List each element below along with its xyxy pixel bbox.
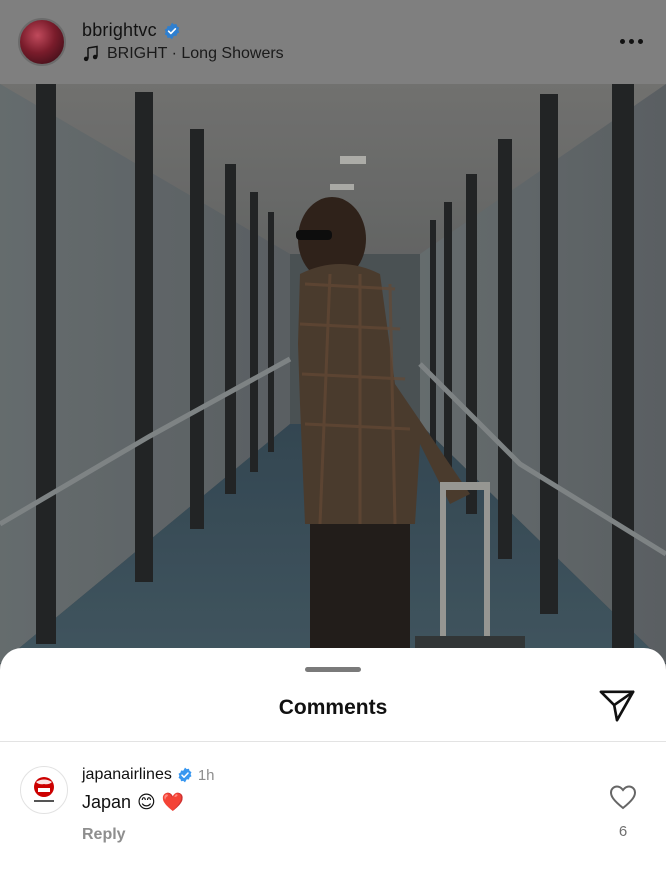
post-author-avatar[interactable] — [18, 18, 66, 66]
comment-body: Japan 😊 ❤️ — [82, 792, 184, 813]
music-note-icon — [83, 45, 98, 62]
more-options-icon[interactable] — [616, 30, 646, 52]
jal-logo-icon — [34, 777, 54, 802]
comment-header: japanairlines 1h — [82, 766, 215, 784]
post-author-row[interactable]: bbrightvc — [82, 20, 181, 41]
paper-plane-icon[interactable] — [598, 688, 636, 724]
smile-emoji: 😊 — [137, 792, 156, 812]
comment-text: Japan — [82, 792, 132, 812]
jet-bridge-photo — [0, 84, 666, 664]
verified-badge-icon — [178, 767, 192, 783]
post-audio-label: BRIGHT · Long Showers — [107, 45, 284, 62]
sheet-divider — [0, 741, 666, 742]
sheet-drag-handle[interactable] — [305, 667, 361, 672]
reply-button[interactable]: Reply — [82, 826, 126, 844]
heart-emoji: ❤️ — [161, 792, 185, 812]
comments-title: Comments — [278, 696, 388, 719]
post-author-username[interactable]: bbrightvc — [82, 20, 157, 41]
post-audio[interactable]: BRIGHT · Long Showers — [82, 45, 284, 63]
commenter-avatar[interactable] — [20, 766, 68, 814]
like-count: 6 — [618, 823, 628, 840]
commenter-username[interactable]: japanairlines — [82, 766, 172, 784]
heart-icon[interactable] — [609, 784, 637, 810]
verified-badge-icon — [164, 22, 180, 39]
comments-sheet: Comments japanairlines 1h Japan 😊 ❤️ Rep… — [0, 648, 666, 884]
post-photo[interactable] — [0, 84, 666, 664]
post-header: bbrightvc BRIGHT · Long Showers — [0, 0, 666, 84]
comment-timestamp: 1h — [197, 766, 215, 784]
